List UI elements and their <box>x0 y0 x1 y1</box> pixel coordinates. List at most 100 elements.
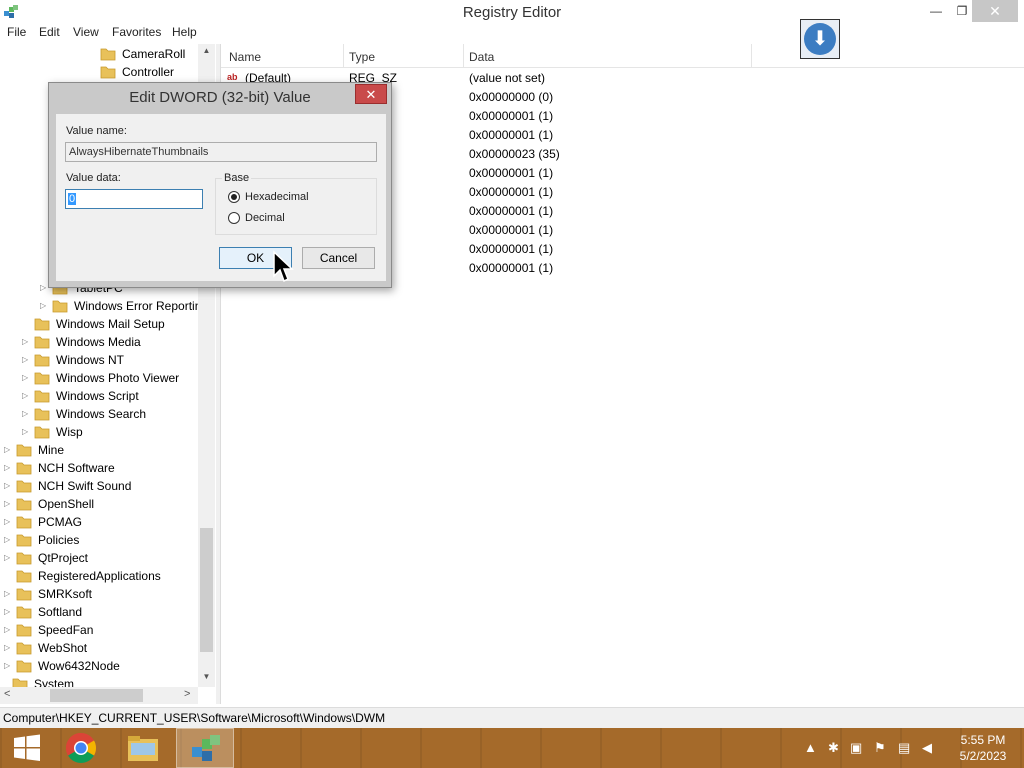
tree-expand-icon[interactable]: ▷ <box>4 553 12 563</box>
hexadecimal-radio[interactable] <box>228 191 240 203</box>
tree-item-label: Windows Photo Viewer <box>56 371 180 385</box>
decimal-label[interactable]: Decimal <box>245 212 285 224</box>
folder-icon <box>16 588 32 601</box>
scroll-left-arrow-icon[interactable]: < <box>4 688 10 700</box>
folder-icon <box>16 498 32 511</box>
tree-item-label: PCMAG <box>38 515 83 529</box>
taskbar-chrome[interactable] <box>52 728 110 768</box>
tray-app-icon[interactable]: ✱ <box>828 740 839 756</box>
tree-expand-icon[interactable]: ▷ <box>22 391 30 401</box>
chrome-icon <box>65 733 97 764</box>
tree-expand-icon[interactable]: ▷ <box>4 607 12 617</box>
value-data-input[interactable]: 0 <box>65 189 203 209</box>
tree-expand-icon[interactable]: ▷ <box>4 463 12 473</box>
dialog-title: Edit DWORD (32-bit) Value <box>129 89 311 106</box>
value-data: 0x00000001 (1) <box>469 261 554 275</box>
tree-expand-icon[interactable]: ▷ <box>4 535 12 545</box>
tree-expand-icon[interactable]: ▷ <box>4 589 12 599</box>
scroll-thumb-horizontal[interactable] <box>50 689 143 702</box>
tree-item-label: SpeedFan <box>38 623 94 637</box>
scroll-down-arrow-icon[interactable]: ▼ <box>198 672 215 681</box>
tree-expand-icon[interactable]: ▷ <box>22 373 30 383</box>
tree-item-label: QtProject <box>38 551 89 565</box>
folder-icon <box>52 300 68 313</box>
tree-item-label: Windows NT <box>56 353 125 367</box>
volume-muted-icon[interactable]: ◀ <box>922 740 932 756</box>
menu-view[interactable]: View <box>73 25 99 39</box>
taskbar-file-explorer[interactable] <box>114 728 172 768</box>
title-bar: Registry Editor — ❐ ✕ <box>0 0 1024 24</box>
value-data: 0x00000023 (35) <box>469 147 560 161</box>
menu-help[interactable]: Help <box>172 25 197 39</box>
tree-expand-icon[interactable] <box>4 571 12 581</box>
menu-edit[interactable]: Edit <box>39 25 60 39</box>
hexadecimal-label[interactable]: Hexadecimal <box>245 191 309 203</box>
tree-expand-icon[interactable]: ▷ <box>4 625 12 635</box>
tree-expand-icon[interactable]: ▷ <box>40 283 48 293</box>
tree-expand-icon[interactable] <box>22 319 30 329</box>
scroll-thumb[interactable] <box>200 528 213 652</box>
dialog-close-button[interactable]: ✕ <box>355 84 387 104</box>
tree-expand-icon[interactable]: ▷ <box>22 409 30 419</box>
tree-expand-icon[interactable]: ▷ <box>4 481 12 491</box>
menu-favorites[interactable]: Favorites <box>112 25 161 39</box>
close-button[interactable]: ✕ <box>972 0 1018 22</box>
tree-expand-icon[interactable]: ▷ <box>22 337 30 347</box>
tree-item-label: OpenShell <box>38 497 95 511</box>
show-hidden-icons-icon[interactable]: ▲ <box>804 740 817 755</box>
download-arrow-icon[interactable]: ⬇ <box>800 19 840 59</box>
column-data-header[interactable]: Data <box>469 50 494 64</box>
tree-expand-icon[interactable]: ▷ <box>4 517 12 527</box>
menu-file[interactable]: File <box>7 25 26 39</box>
mouse-pointer-icon <box>273 250 294 283</box>
base-groupbox <box>215 178 377 235</box>
tree-expand-icon[interactable]: ▷ <box>4 661 12 671</box>
value-data: 0x00000001 (1) <box>469 166 554 180</box>
taskbar-registry-editor[interactable] <box>176 728 234 768</box>
tree-expand-icon[interactable]: ▷ <box>22 355 30 365</box>
folder-icon <box>16 642 32 655</box>
value-data: 0x00000001 (1) <box>469 223 554 237</box>
tree-horizontal-scrollbar[interactable]: < > <box>0 687 198 704</box>
tree-item-label: Wow6432Node <box>38 659 120 673</box>
tree-item-label: Windows Script <box>56 389 139 403</box>
tree-item-label: Windows Error Reportin <box>74 299 202 313</box>
tree-expand-icon[interactable] <box>88 67 96 77</box>
clock-date: 5/2/2023 <box>959 749 1007 763</box>
action-center-flag-icon[interactable]: ⚑ <box>874 740 886 756</box>
value-data-text: 0 <box>68 193 77 205</box>
tree-item-label: Policies <box>38 533 80 547</box>
dialog-body: Value name: AlwaysHibernateThumbnails Va… <box>56 114 386 281</box>
folder-icon <box>34 426 50 439</box>
tree-expand-icon[interactable]: ▷ <box>40 301 48 311</box>
tree-item-label: Windows Search <box>56 407 147 421</box>
tree-expand-icon[interactable] <box>88 49 96 59</box>
network-icon[interactable]: ▤ <box>898 740 910 756</box>
column-type-header[interactable]: Type <box>349 50 375 64</box>
scroll-right-arrow-icon[interactable]: > <box>184 688 190 700</box>
tree-expand-icon[interactable]: ▷ <box>22 427 30 437</box>
tree-item-label: Wisp <box>56 425 83 439</box>
scroll-up-arrow-icon[interactable]: ▲ <box>198 46 215 55</box>
cancel-button[interactable]: Cancel <box>302 247 375 269</box>
folder-icon <box>16 552 32 565</box>
tree-item-label: SMRKsoft <box>38 587 93 601</box>
tree-item-label: Windows Mail Setup <box>56 317 165 331</box>
value-name-field[interactable]: AlwaysHibernateThumbnails <box>65 142 377 162</box>
tree-expand-icon[interactable]: ▷ <box>4 445 12 455</box>
column-name-header[interactable]: Name <box>229 50 261 64</box>
registry-path: Computer\HKEY_CURRENT_USER\Software\Micr… <box>3 711 386 725</box>
minimize-button[interactable]: — <box>922 0 950 22</box>
taskbar-clock[interactable]: 5:55 PM 5/2/2023 <box>948 732 1018 764</box>
tree-item-label: CameraRoll <box>122 47 186 61</box>
tray-printer-icon[interactable]: ▣ <box>850 740 862 756</box>
folder-icon <box>16 570 32 583</box>
tree-item-label: NCH Swift Sound <box>38 479 132 493</box>
value-name-label: Value name: <box>66 125 127 137</box>
tree-expand-icon[interactable]: ▷ <box>4 499 12 509</box>
value-data: 0x00000001 (1) <box>469 242 554 256</box>
decimal-radio[interactable] <box>228 212 240 224</box>
folder-icon <box>34 318 50 331</box>
tree-expand-icon[interactable]: ▷ <box>4 643 12 653</box>
column-separator <box>463 44 464 68</box>
